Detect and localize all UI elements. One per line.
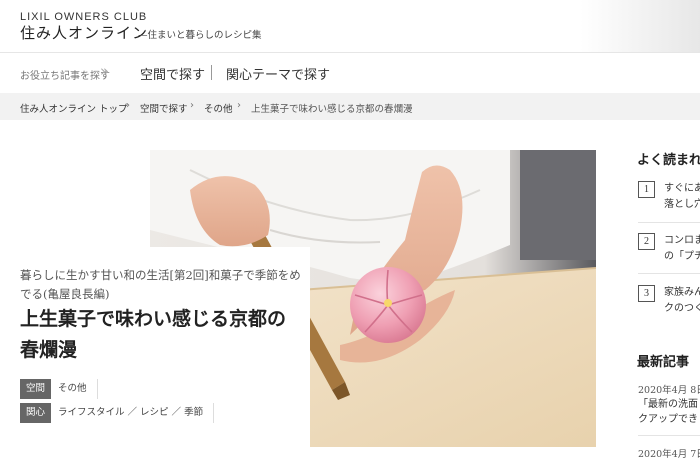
divider bbox=[638, 273, 700, 274]
chevron-right-icon: › bbox=[126, 100, 130, 111]
article-subtitle: 暮らしに生かす甘い和の生活[第2回]和菓子で季節をめでる(亀屋良長編) bbox=[20, 268, 301, 301]
popular-heading: よく読まれ bbox=[637, 153, 700, 168]
latest-item-title-line2[interactable]: クアップでき bbox=[638, 412, 700, 427]
rank-title-line1: すぐにあ bbox=[664, 183, 700, 194]
nav-item-theme[interactable]: 関心テーマで探す bbox=[226, 64, 330, 83]
nav-item-space[interactable]: 空間で探す bbox=[140, 64, 205, 83]
rank-title-line2: クのつく bbox=[664, 303, 700, 314]
popular-item-3[interactable]: 3 家族みん クのつく bbox=[638, 285, 700, 325]
rank-title-line1: コンロま bbox=[664, 235, 700, 246]
rank-number: 2 bbox=[638, 233, 655, 250]
chevron-right-icon: › bbox=[190, 100, 194, 111]
popular-item-2[interactable]: 2 コンロま の「プチ bbox=[638, 233, 700, 273]
popular-item-1[interactable]: 1 すぐにあ 落とし穴 bbox=[638, 181, 700, 221]
nav-hint-text: お役立ち記事を探す bbox=[20, 71, 110, 82]
rank-title-line2: の「プチ bbox=[664, 251, 700, 262]
latest-item-date: 2020年4月 8日 bbox=[638, 385, 700, 396]
article-title: 上生菓子で味わい感じる京都の春爛漫 bbox=[20, 308, 287, 361]
breadcrumb-other[interactable]: その他 bbox=[204, 101, 233, 115]
article-card: 暮らしに生かす甘い和の生活[第2回]和菓子で季節をめでる(亀屋良長編) 上生菓子… bbox=[0, 247, 310, 447]
tag-row-interest: 関心 ライフスタイル ／ レシピ ／ 季節 bbox=[20, 403, 215, 423]
breadcrumb: 住み人オンライン トップ › 空間で探す › その他 › 上生菓子で味わい感じる… bbox=[0, 93, 700, 120]
site-header: LIXIL OWNERS CLUB 住み人オンライン —住まいと暮らしのレシピ集 bbox=[0, 0, 700, 52]
chevron-right-icon: › bbox=[237, 100, 241, 111]
header-gradient bbox=[580, 0, 700, 52]
rank-number: 3 bbox=[638, 285, 655, 302]
rank-title-line2: 落とし穴 bbox=[664, 199, 700, 210]
divider bbox=[638, 435, 700, 436]
tag-link-interest[interactable]: ライフスタイル ／ レシピ ／ 季節 bbox=[51, 403, 215, 423]
site-logo-name[interactable]: 住み人オンライン bbox=[20, 22, 148, 43]
breadcrumb-home[interactable]: 住み人オンライン トップ bbox=[20, 101, 128, 115]
rank-title-line1: 家族みん bbox=[664, 287, 700, 298]
main-nav: お役立ち記事を探す ›› 空間で探す 関心テーマで探す bbox=[0, 53, 700, 93]
tag-row-space: 空間 その他 bbox=[20, 379, 98, 399]
breadcrumb-current: 上生菓子で味わい感じる京都の春爛漫 bbox=[251, 104, 413, 115]
double-chevron-right-icon: ›› bbox=[100, 62, 109, 80]
latest-item-title-line1[interactable]: 「最新の洗面 bbox=[638, 397, 700, 412]
nav-separator bbox=[211, 65, 212, 80]
tag-link-space[interactable]: その他 bbox=[51, 379, 98, 399]
rank-number: 1 bbox=[638, 181, 655, 198]
tag-label-interest: 関心 bbox=[20, 403, 51, 423]
tag-label-space: 空間 bbox=[20, 379, 51, 399]
site-tagline: —住まいと暮らしのレシピ集 bbox=[138, 30, 262, 41]
breadcrumb-space[interactable]: 空間で探す bbox=[140, 101, 188, 115]
latest-heading: 最新記事 bbox=[637, 355, 690, 370]
latest-item-date: 2020年4月 7日 bbox=[638, 449, 700, 460]
divider bbox=[638, 222, 700, 223]
